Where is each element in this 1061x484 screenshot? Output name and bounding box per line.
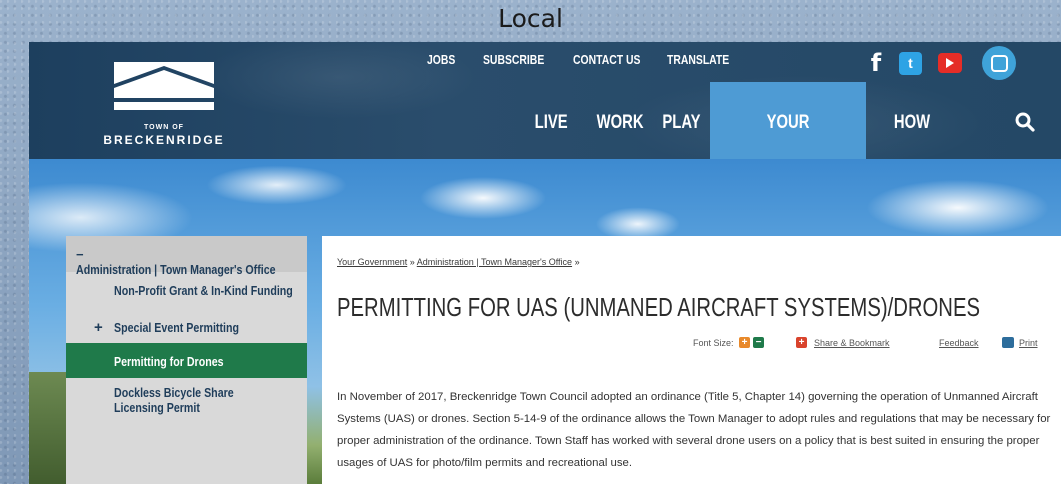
share-icon[interactable]: + — [796, 337, 807, 348]
breadcrumb-link-your-government[interactable]: Your Government — [337, 257, 407, 267]
sidebar-item-drones[interactable]: Permitting for Drones — [66, 343, 307, 378]
utility-nav: JOBS SUBSCRIBE CONTACT US TRANSLATE — [427, 52, 763, 67]
page-title: PERMITTING FOR UAS (UNMANED AIRCRAFT SYS… — [337, 292, 981, 322]
sidebar-item-dockless-bicycle[interactable]: Dockless Bicycle Share Licensing Permit — [66, 379, 307, 427]
youtube-icon[interactable] — [938, 53, 962, 73]
main-content: Your Government » Administration | Town … — [322, 236, 1061, 484]
page-tools: Font Size: + − + Share & Bookmark Feedba… — [322, 337, 1061, 351]
utility-link-jobs[interactable]: JOBS — [427, 52, 472, 67]
expand-toggle[interactable]: + — [94, 319, 114, 336]
site-header: TOWN OF BRECKENRIDGE JOBS SUBSCRIBE CONT… — [29, 42, 1061, 215]
website-screenshot: TOWN OF BRECKENRIDGE JOBS SUBSCRIBE CONT… — [29, 42, 1061, 484]
twitter-icon[interactable]: t — [899, 51, 922, 75]
collapse-toggle[interactable]: − — [76, 247, 94, 262]
sidebar-nav: −Administration | Town Manager's Office … — [66, 236, 307, 484]
utility-link-translate[interactable]: TRANSLATE — [667, 52, 744, 67]
print-link[interactable]: Print — [1019, 338, 1038, 348]
main-nav: LIVE WORK PLAY YOUR GOVERNMENT HOW DO I.… — [29, 82, 1061, 215]
mountain-slope-image — [29, 372, 69, 484]
social-links: f t — [869, 46, 1016, 80]
nav-your-government[interactable]: YOUR GOVERNMENT — [710, 82, 866, 215]
instagram-icon[interactable] — [982, 46, 1016, 80]
nav-work[interactable]: WORK — [589, 82, 651, 159]
font-decrease-button[interactable]: − — [753, 337, 764, 348]
nav-live[interactable]: LIVE — [526, 82, 576, 159]
feedback-link[interactable]: Feedback — [939, 338, 979, 348]
page-caption: Local — [498, 4, 563, 33]
body-paragraph: In November of 2017, Breckenridge Town C… — [337, 391, 1051, 469]
utility-link-subscribe[interactable]: SUBSCRIBE — [483, 52, 555, 67]
search-icon[interactable] — [1015, 112, 1035, 132]
sidebar-item-non-profit-grant[interactable]: Non-Profit Grant & In-Kind Funding — [66, 272, 307, 307]
nav-how-do-i[interactable]: HOW DO I... — [872, 82, 952, 215]
sidebar-item-special-event[interactable]: + Special Event Permitting — [66, 307, 307, 342]
breadcrumb-link-administration[interactable]: Administration | Town Manager's Office — [417, 257, 572, 267]
sidebar-heading[interactable]: −Administration | Town Manager's Office — [66, 236, 307, 277]
facebook-icon[interactable]: f — [869, 49, 883, 77]
nav-play[interactable]: PLAY — [657, 82, 705, 159]
font-increase-button[interactable]: + — [739, 337, 750, 348]
utility-link-contact-us[interactable]: CONTACT US — [573, 52, 648, 67]
printer-icon[interactable] — [1002, 337, 1014, 348]
breadcrumb: Your Government » Administration | Town … — [337, 257, 580, 267]
share-bookmark-link[interactable]: Share & Bookmark — [814, 338, 890, 348]
font-size-label: Font Size: — [693, 338, 734, 348]
